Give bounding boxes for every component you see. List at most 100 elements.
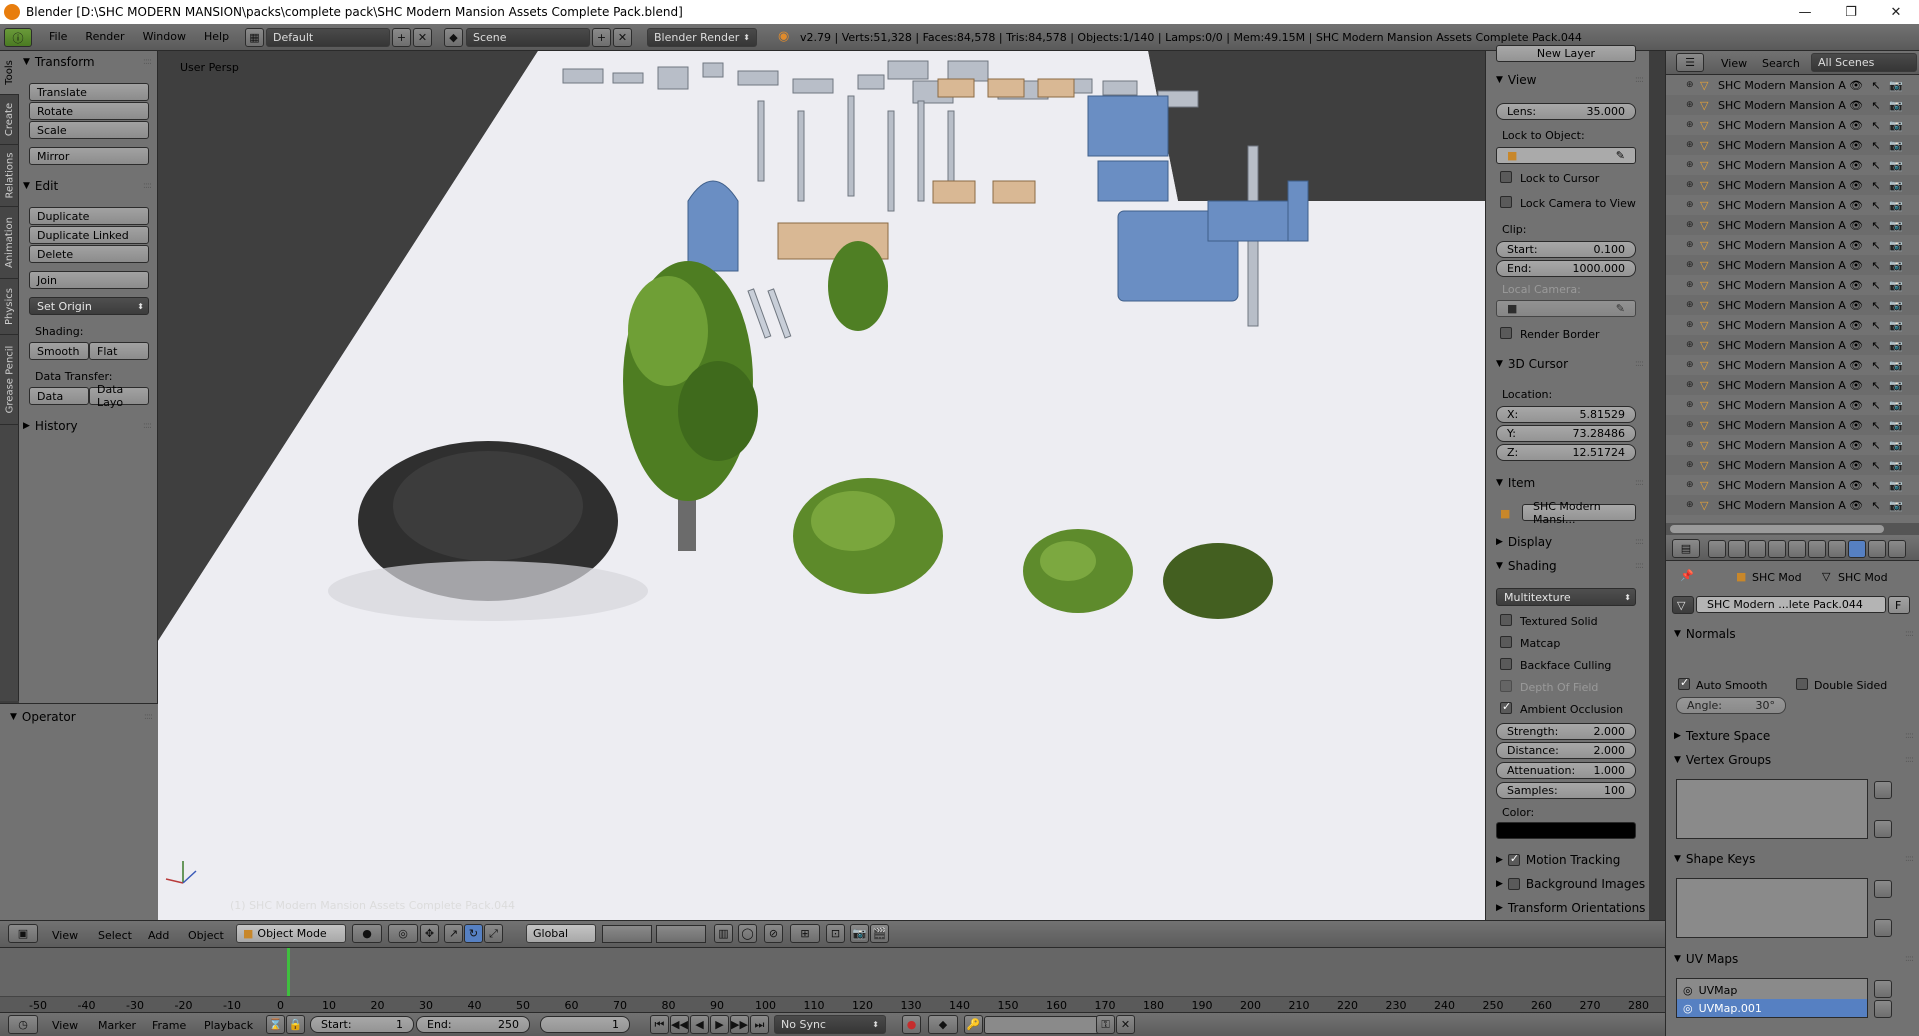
visibility-eye-icon[interactable]: 👁 [1846,439,1866,452]
snap-toggle-icon[interactable]: ⊘ [764,924,783,943]
render-camera-icon[interactable]: 📷 [1886,99,1906,112]
mirror-button[interactable]: Mirror [29,147,149,165]
selectability-cursor-icon[interactable]: ↖ [1866,159,1886,172]
expand-icon[interactable]: ⊕ [1686,320,1700,330]
tab-create[interactable]: Create [0,95,19,145]
outliner-row[interactable]: ⊕▽ SHC Modern Mansion A👁↖📷 [1666,355,1919,375]
outliner-row[interactable]: ⊕▽ SHC Modern Mansion A👁↖📷 [1666,255,1919,275]
cursor-x-field[interactable]: X: 5.81529 [1496,406,1636,423]
visibility-eye-icon[interactable]: 👁 [1846,359,1866,372]
selectability-cursor-icon[interactable]: ↖ [1866,79,1886,92]
visibility-eye-icon[interactable]: 👁 [1846,499,1866,512]
vertex-groups-list[interactable] [1676,779,1868,839]
render-camera-icon[interactable]: 📷 [1886,319,1906,332]
selectability-cursor-icon[interactable]: ↖ [1866,379,1886,392]
outliner-row[interactable]: ⊕▽ SHC Modern Mansion A👁↖📷 [1666,155,1919,175]
outliner-row[interactable]: ⊕▽ SHC Modern Mansion A👁↖📷 [1666,275,1919,295]
visibility-eye-icon[interactable]: 👁 [1846,79,1866,92]
outliner-row[interactable]: ⊕▽ SHC Modern Mansion A👁↖📷 [1666,195,1919,215]
outliner-row[interactable]: ⊕▽ SHC Modern Mansion A👁↖📷 [1666,415,1919,435]
pin-icon[interactable]: 📌 [1680,569,1694,582]
expand-icon[interactable]: ⊕ [1686,120,1700,130]
expand-icon[interactable]: ⊕ [1686,440,1700,450]
outliner-row[interactable]: ⊕▽ SHC Modern Mansion A👁↖📷 [1666,495,1919,515]
expand-icon[interactable]: ⊕ [1686,100,1700,110]
expand-icon[interactable]: ⊕ [1686,400,1700,410]
ao-distance-field[interactable]: Distance: 2.000 [1496,742,1636,759]
visibility-eye-icon[interactable]: 👁 [1846,399,1866,412]
visibility-eye-icon[interactable]: 👁 [1846,459,1866,472]
outliner-row[interactable]: ⊕▽ SHC Modern Mansion A👁↖📷 [1666,95,1919,115]
backface-culling-checkbox[interactable] [1500,658,1512,670]
uv-map-remove-icon[interactable] [1874,1000,1892,1018]
auto-smooth-angle-field[interactable]: Angle: 30° [1676,697,1786,714]
expand-icon[interactable]: ⊕ [1686,460,1700,470]
jump-keyframe-forward-icon[interactable]: ▶▶ [730,1015,749,1034]
outliner-row[interactable]: ⊕▽ SHC Modern Mansion A👁↖📷 [1666,335,1919,355]
selectability-cursor-icon[interactable]: ↖ [1866,259,1886,272]
double-sided-checkbox[interactable] [1796,678,1808,690]
timeline-menu-playback[interactable]: Playback [204,1019,253,1032]
preview-range-icon[interactable]: ⌛ [266,1015,285,1034]
local-camera-field[interactable]: ■ ✎ [1496,300,1636,317]
selectability-cursor-icon[interactable]: ↖ [1866,519,1886,521]
visibility-eye-icon[interactable]: 👁 [1846,259,1866,272]
outliner-row[interactable]: ⊕▽ SHC Modern Mansion A👁↖📷 [1666,375,1919,395]
render-camera-icon[interactable]: 📷 [1886,119,1906,132]
panel-shading-header[interactable]: ▼ Shading [1496,557,1557,575]
scene-selector[interactable]: Scene [466,28,590,47]
auto-smooth-checkbox[interactable] [1678,676,1690,690]
panel-3d-cursor-header[interactable]: ▼ 3D Cursor [1496,355,1568,373]
tab-animation[interactable]: Animation [0,207,19,279]
render-camera-icon[interactable]: 📷 [1886,159,1906,172]
expand-icon[interactable]: ⊕ [1686,180,1700,190]
snap-target-icon[interactable]: ⊡ [826,924,845,943]
end-frame-field[interactable]: End: 250 [416,1016,530,1033]
jump-start-icon[interactable]: ⏮ [650,1015,669,1034]
keying-set-field-icon[interactable]: 🔑 [964,1015,983,1034]
panel-shape-keys-header[interactable]: ▼ Shape Keys [1674,850,1755,868]
expand-icon[interactable]: ⊕ [1686,80,1700,90]
sync-mode-dropdown[interactable]: No Sync ⬍ [774,1015,886,1034]
panel-vertex-groups-header[interactable]: ▼ Vertex Groups [1674,751,1771,769]
jump-end-icon[interactable]: ⏭ [750,1015,769,1034]
view3d-menu-select[interactable]: Select [98,929,132,942]
expand-icon[interactable]: ⊕ [1686,480,1700,490]
render-camera-icon[interactable]: 📷 [1886,439,1906,452]
translate-manipulator-icon[interactable]: ↗ [444,924,463,943]
render-camera-icon[interactable]: 📷 [1886,479,1906,492]
lock-range-icon[interactable]: 🔒 [286,1015,305,1034]
join-button[interactable]: Join [29,271,149,289]
uv-maps-list[interactable]: ◎ UVMap ◎ UVMap.001 [1676,978,1868,1018]
selectability-cursor-icon[interactable]: ↖ [1866,479,1886,492]
tab-relations[interactable]: Relations [0,145,19,207]
cursor-z-field[interactable]: Z: 12.51724 [1496,444,1636,461]
lens-field[interactable]: Lens: 35.000 [1496,103,1636,120]
visibility-eye-icon[interactable]: 👁 [1846,219,1866,232]
outliner-scrollbar[interactable] [1666,523,1919,535]
ambient-occlusion-checkbox[interactable] [1500,700,1512,714]
ao-strength-field[interactable]: Strength: 2.000 [1496,723,1636,740]
ao-color-swatch[interactable] [1496,822,1636,839]
item-name-field[interactable]: SHC Modern Mansi... [1522,500,1636,526]
minimize-button[interactable]: — [1782,0,1828,24]
transform-orientation-dropdown[interactable]: Global [526,924,596,943]
render-camera-icon[interactable]: 📷 [1886,199,1906,212]
visibility-eye-icon[interactable]: 👁 [1846,119,1866,132]
properties-editor-type-icon[interactable]: ▤ [1672,539,1700,558]
visibility-eye-icon[interactable]: 👁 [1846,199,1866,212]
viewport-shading-icon[interactable]: ● [352,924,382,943]
view3d-menu-view[interactable]: View [52,929,78,942]
pivot-point-icon[interactable]: ◎ [388,924,418,943]
selectability-cursor-icon[interactable]: ↖ [1866,139,1886,152]
selectability-cursor-icon[interactable]: ↖ [1866,239,1886,252]
scale-manipulator-icon[interactable]: ⤢ [484,924,503,943]
panel-transform-header[interactable]: ▼ Transform [23,53,95,71]
visibility-eye-icon[interactable]: 👁 [1846,319,1866,332]
opengl-anim-icon[interactable]: 🎬 [870,924,889,943]
selectability-cursor-icon[interactable]: ↖ [1866,399,1886,412]
visibility-eye-icon[interactable]: 👁 [1846,239,1866,252]
expand-icon[interactable]: ⊕ [1686,280,1700,290]
scene-remove-icon[interactable]: ✕ [613,28,632,47]
render-camera-icon[interactable]: 📷 [1886,359,1906,372]
